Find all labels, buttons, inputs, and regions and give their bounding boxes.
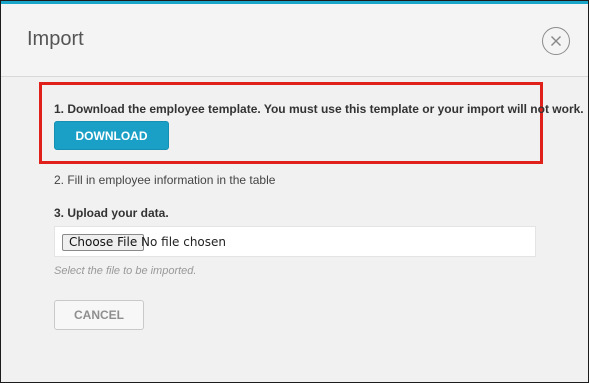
cancel-button[interactable]: CANCEL [54,300,144,330]
close-icon [550,35,562,47]
download-template-button[interactable]: DOWNLOAD [54,121,169,150]
close-button[interactable] [542,27,570,55]
choose-file-button[interactable]: Choose File [62,234,145,251]
file-upload-field: Choose File No file chosen [54,226,536,257]
step-1-instruction: 1. Download the employee template. You m… [54,102,584,116]
step-2-instruction: 2. Fill in employee information in the t… [54,173,276,187]
dialog-header: Import [1,4,588,77]
step-3-instruction: 3. Upload your data. [54,206,169,220]
dialog-body: 1. Download the employee template. You m… [1,77,588,382]
file-status-text: No file chosen [141,235,227,249]
dialog-title: Import [27,28,84,50]
file-hint-text: Select the file to be imported. [54,265,197,277]
import-dialog: Import 1. Download the employee template… [0,0,589,383]
